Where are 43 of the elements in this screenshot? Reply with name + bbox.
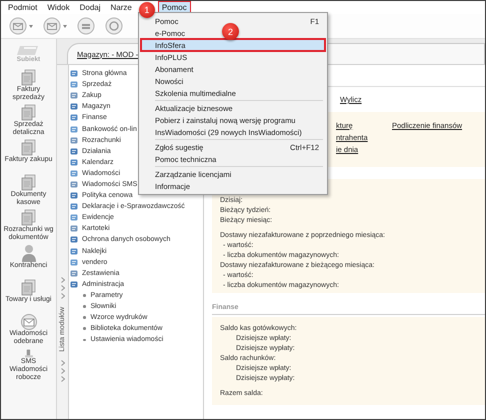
bullet-icon [83,305,86,308]
module-icon [70,246,79,256]
module-icon [70,235,79,244]
envelope-icon[interactable] [43,17,61,35]
bullet-icon [83,316,86,319]
envelope-icon[interactable] [9,17,27,35]
module-icon [70,124,79,134]
menu-item[interactable]: Podmiot [5,2,40,13]
module-icon [70,91,79,100]
module-icon [70,280,79,289]
bullet-icon [83,338,86,342]
step-badge: 1 [138,2,155,18]
module-icon [70,80,79,90]
module-icon [70,69,79,78]
envelope-icon [20,314,38,330]
person-icon [20,244,38,262]
menu-item[interactable]: Pomoc [158,2,190,13]
documents-icon [20,174,38,191]
caret-icon [29,24,33,28]
documents-icon [20,209,38,226]
bullet-icon [83,294,86,297]
module-icon [70,146,79,156]
module-icon [70,158,79,167]
module-icon [70,102,79,112]
module-icon [70,268,79,278]
module-icon [70,113,79,122]
module-icon [70,258,79,267]
module-icon [70,180,79,189]
caret-icon [63,24,67,28]
documents-icon [20,69,38,86]
module-icon [70,213,79,222]
menu-item[interactable]: Narze [108,2,135,13]
menu-item[interactable]: Widok [44,2,73,13]
module-icon [70,202,79,212]
menu-item[interactable]: Dodaj [76,2,104,13]
module-icon [70,136,79,145]
module-icon [70,191,79,200]
documents-icon [20,139,38,156]
module-icon [70,168,79,178]
documents-icon [20,104,38,121]
module-icon [70,224,79,234]
bullet-icon [83,327,86,330]
documents-icon [20,279,38,296]
